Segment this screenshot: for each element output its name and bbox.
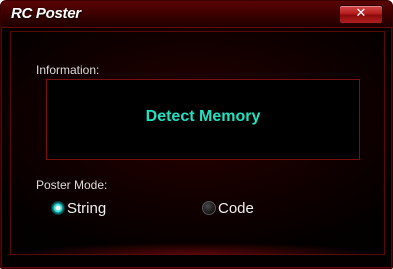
title-bar[interactable]: RC Poster ✕ xyxy=(1,1,392,28)
rc-poster-window: RC Poster ✕ Information: Detect Memory P… xyxy=(0,0,393,269)
radio-unselected-icon[interactable] xyxy=(202,201,216,215)
information-label: Information: xyxy=(36,63,100,77)
window-title: RC Poster xyxy=(11,5,81,22)
poster-mode-label: Poster Mode: xyxy=(36,178,108,192)
radio-code-label[interactable]: Code xyxy=(218,200,254,217)
radio-selected-icon[interactable] xyxy=(51,201,65,215)
close-icon: ✕ xyxy=(355,6,367,21)
radio-string[interactable]: String xyxy=(51,199,106,217)
information-box: Detect Memory xyxy=(46,79,360,160)
information-status-text: Detect Memory xyxy=(145,108,261,125)
radio-string-label[interactable]: String xyxy=(67,200,106,217)
radio-code[interactable]: Code xyxy=(202,199,254,217)
close-button[interactable]: ✕ xyxy=(339,5,383,24)
